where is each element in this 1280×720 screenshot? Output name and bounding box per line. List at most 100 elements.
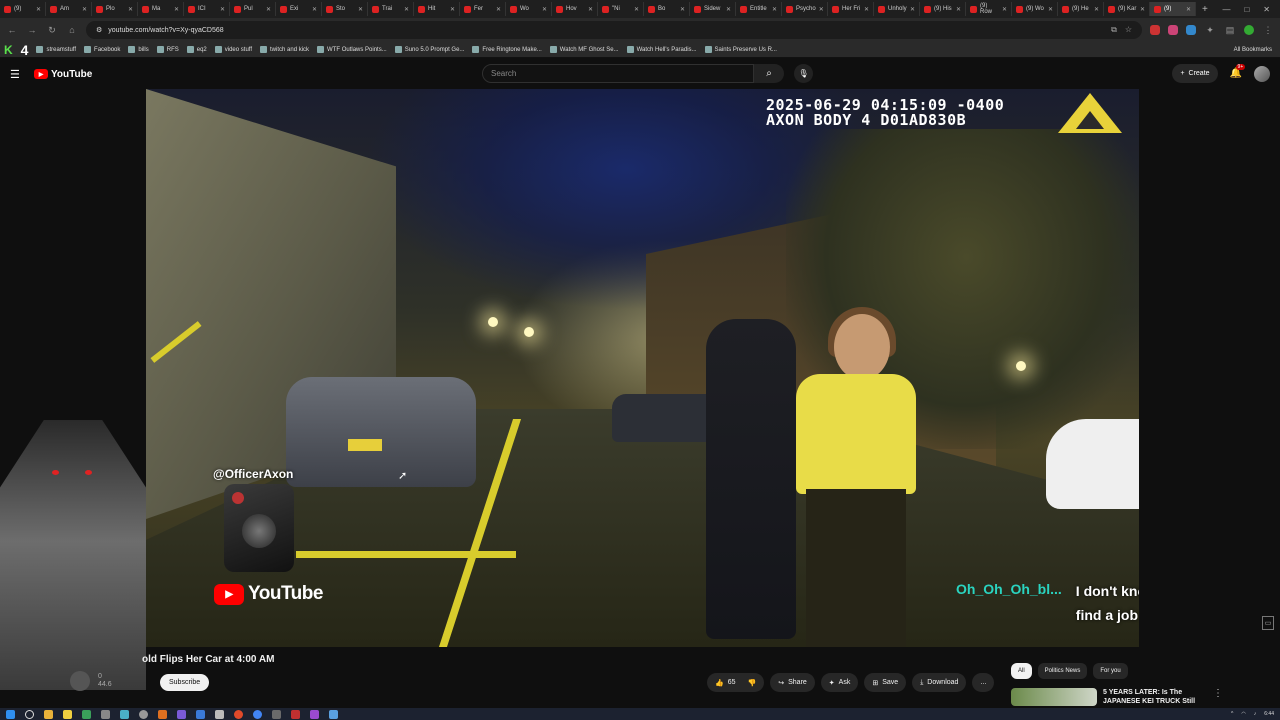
recommended-title[interactable]: 5 YEARS LATER: Is The JAPANESE KEI TRUCK…	[1103, 688, 1203, 706]
taskbar-search-icon[interactable]	[25, 709, 34, 719]
tab-close-icon[interactable]: ✕	[450, 6, 455, 13]
tab-close-icon[interactable]: ✕	[82, 6, 87, 13]
bookmark-item[interactable]: Saints Preserve Us R...	[704, 46, 777, 53]
maximize-icon[interactable]: □	[1244, 5, 1249, 14]
chrome-icon[interactable]	[253, 709, 262, 719]
profile-icon[interactable]	[1244, 25, 1254, 35]
search-button[interactable]: ⌕	[754, 64, 784, 83]
kick-logo-icon[interactable]: K	[4, 43, 13, 57]
filter-chip[interactable]: Politics News	[1037, 663, 1088, 679]
tab-close-icon[interactable]: ✕	[680, 6, 685, 13]
thumbs-up-icon[interactable]: 👍	[715, 679, 724, 687]
browser-tab[interactable]: Fer ✕	[460, 2, 506, 16]
taskbar-app-icon[interactable]	[158, 709, 167, 719]
miniplayer-icon[interactable]: ▭	[1262, 616, 1274, 630]
tab-close-icon[interactable]: ✕	[634, 6, 639, 13]
browser-tab[interactable]: Ma ✕	[138, 2, 184, 16]
browser-tab[interactable]: "Ni ✕	[598, 2, 644, 16]
tab-close-icon[interactable]: ✕	[772, 6, 777, 13]
browser-tab[interactable]: Wo ✕	[506, 2, 552, 16]
tab-close-icon[interactable]: ✕	[542, 6, 547, 13]
browser-tab[interactable]: Sto ✕	[322, 2, 368, 16]
search-input[interactable]: Search	[482, 64, 754, 83]
tab-close-icon[interactable]: ✕	[128, 6, 133, 13]
home-icon[interactable]: ⌂	[66, 24, 78, 36]
taskbar-app-icon[interactable]	[139, 709, 148, 719]
taskbar-app-icon[interactable]	[63, 709, 72, 719]
youtube-logo[interactable]: ▶ YouTube	[34, 69, 92, 80]
bookmark-item[interactable]: eq2	[186, 46, 207, 53]
tab-close-icon[interactable]: ✕	[588, 6, 593, 13]
subscribe-button[interactable]: Subscribe	[160, 674, 210, 691]
recommended-thumbnail[interactable]	[1011, 688, 1097, 706]
tab-close-icon[interactable]: ✕	[819, 6, 824, 13]
taskbar-app-icon[interactable]	[82, 709, 91, 719]
browser-tab[interactable]: (9) Row ✕	[966, 2, 1012, 16]
account-avatar[interactable]	[1254, 65, 1270, 82]
browser-tab[interactable]: Her Fri ✕	[828, 2, 874, 16]
extension-icon-2[interactable]	[1168, 25, 1178, 35]
tab-close-icon[interactable]: ✕	[1140, 6, 1145, 13]
browser-tab[interactable]: ICI ✕	[184, 2, 230, 16]
browser-tab[interactable]: Trai ✕	[368, 2, 414, 16]
url-omnibox[interactable]: ⚙ youtube.com/watch?v=Xy-qyaCD568 ⧉ ☆	[86, 21, 1142, 39]
tab-close-icon[interactable]: ✕	[1002, 6, 1007, 13]
tab-close-icon[interactable]: ✕	[726, 6, 731, 13]
like-dislike-button[interactable]: 👍 65 👎	[707, 673, 765, 692]
browser-tab[interactable]: (9) Wo ✕	[1012, 2, 1058, 16]
create-button[interactable]: + Create	[1172, 64, 1218, 83]
taskbar-app-icon[interactable]	[329, 709, 338, 719]
tab-close-icon[interactable]: ✕	[404, 6, 409, 13]
browser-tab[interactable]: Exi ✕	[276, 2, 322, 16]
bookmark-item[interactable]: streamstuff	[36, 46, 76, 53]
file-explorer-icon[interactable]	[44, 709, 53, 719]
wifi-icon[interactable]: ◠	[1241, 711, 1245, 717]
voice-search-button[interactable]: 🎙	[794, 64, 813, 83]
tab-close-icon[interactable]: ✕	[864, 6, 869, 13]
tab-close-icon[interactable]: ✕	[174, 6, 179, 13]
taskbar-app-icon[interactable]	[215, 709, 224, 719]
clock[interactable]: 6:44	[1264, 711, 1274, 717]
browser-tab[interactable]: Entitle ✕	[736, 2, 782, 16]
more-actions-button[interactable]: ...	[972, 673, 995, 692]
tab-close-icon[interactable]: ✕	[910, 6, 915, 13]
recommended-more-icon[interactable]: ⋮	[1213, 688, 1223, 706]
download-button[interactable]: ⤓ Download	[912, 673, 967, 692]
tab-close-icon[interactable]: ✕	[956, 6, 961, 13]
save-button[interactable]: ⊞ Save	[864, 673, 907, 692]
tab-close-icon[interactable]: ✕	[312, 6, 317, 13]
extension-icon-1[interactable]	[1150, 25, 1160, 35]
bookmark-item[interactable]: Free Ringtone Make...	[472, 46, 542, 53]
reload-icon[interactable]: ↻	[46, 24, 58, 36]
browser-tab[interactable]: Plo ✕	[92, 2, 138, 16]
browser-tab[interactable]: (9) ✕	[0, 2, 46, 16]
ask-button[interactable]: ✦ Ask	[820, 673, 859, 692]
bookmark-item[interactable]: Facebook	[84, 46, 120, 53]
hamburger-menu-icon[interactable]: ☰	[10, 68, 24, 81]
tab-close-icon[interactable]: ✕	[1048, 6, 1053, 13]
browser-tab[interactable]: Unholy ✕	[874, 2, 920, 16]
bookmark-star-icon[interactable]: ☆	[1125, 25, 1132, 35]
tab-close-icon[interactable]: ✕	[1094, 6, 1099, 13]
browser-tab[interactable]: Hov ✕	[552, 2, 598, 16]
bookmark-item[interactable]: RFS	[156, 46, 179, 53]
bookmark-item[interactable]: twitch and kick	[260, 46, 309, 53]
channel-avatar[interactable]	[70, 671, 90, 691]
sidepanel-icon[interactable]: ▤	[1224, 24, 1236, 36]
tab-close-icon[interactable]: ✕	[220, 6, 225, 13]
browser-tab[interactable]: (9) He ✕	[1058, 2, 1104, 16]
tab-close-icon[interactable]: ✕	[358, 6, 363, 13]
back-icon[interactable]: ←	[6, 24, 18, 36]
start-windows-icon[interactable]	[6, 709, 15, 719]
taskbar-app-icon[interactable]	[120, 709, 129, 719]
video-player[interactable]: 2025-06-29 04:15:09 -0400 AXON BODY 4 D0…	[146, 89, 1139, 647]
taskbar-app-icon[interactable]	[101, 709, 110, 719]
filter-chip[interactable]: All	[1011, 663, 1032, 679]
browser-tab[interactable]: (9) Kar ✕	[1104, 2, 1150, 16]
browser-tab[interactable]: (9) ✕	[1150, 2, 1196, 16]
tab-close-icon[interactable]: ✕	[266, 6, 271, 13]
browser-menu-icon[interactable]: ⋮	[1262, 24, 1274, 36]
site-info-icon[interactable]: ⚙	[96, 26, 102, 34]
filter-chip[interactable]: For you	[1093, 663, 1128, 679]
browser-tab[interactable]: Bo ✕	[644, 2, 690, 16]
